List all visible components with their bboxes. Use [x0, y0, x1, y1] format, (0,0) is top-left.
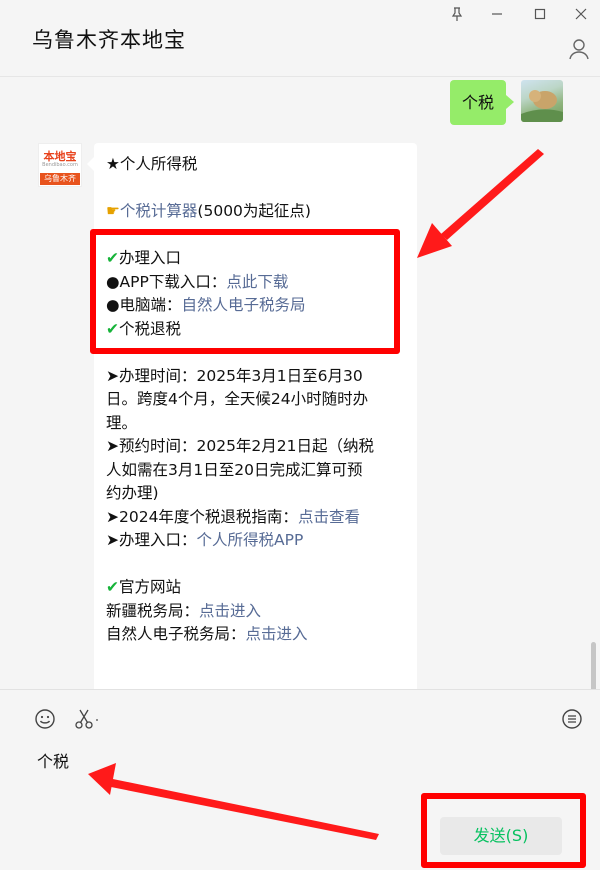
chat-area[interactable]: 个税 本地宝 Bendibao.com 乌鲁木齐 ★个人所得税 ☛个税计算器(5…	[0, 77, 600, 689]
bot-avatar-city: 乌鲁木齐	[40, 173, 80, 185]
bot-message-content: ★个人所得税 ☛个税计算器(5000为起征点) ✔办理入口 ●APP下载入口：点…	[106, 153, 406, 647]
calculator-line: ☛个税计算器(5000为起征点)	[106, 200, 406, 224]
handling-time-line: 日。跨度4个月，全天候24小时随时办	[106, 390, 369, 408]
bot-avatar[interactable]: 本地宝 Bendibao.com 乌鲁木齐	[38, 143, 82, 187]
pin-icon[interactable]	[447, 6, 467, 22]
message-input[interactable]: 个税	[37, 748, 69, 772]
emoji-icon[interactable]	[34, 708, 56, 730]
appointment-time-line: ➤预约时间：2025年2月21日起（纳税	[106, 437, 375, 455]
calculator-note: (5000为起征点)	[197, 202, 311, 220]
handling-entry-label: ➤办理入口：	[106, 531, 197, 549]
chat-scrollbar[interactable]	[591, 642, 596, 689]
maximize-icon[interactable]	[530, 6, 550, 22]
handling-time-line: ➤办理时间：2025年3月1日至6月30	[106, 366, 363, 385]
tax-calculator-link[interactable]: 个税计算器	[120, 202, 198, 220]
xinjiang-tax-line: 新疆税务局：点击进入	[106, 600, 406, 624]
section-official-sites-title-text: 官方网站	[119, 578, 182, 596]
title-bar: 乌鲁木齐本地宝	[0, 0, 600, 72]
personal-income-tax-app-link[interactable]: 个人所得税APP	[197, 531, 304, 549]
user-avatar[interactable]	[521, 80, 563, 122]
chat-title: 乌鲁木齐本地宝	[32, 28, 186, 52]
check-icon: ✔	[106, 578, 119, 596]
highlight-box-entry	[90, 229, 400, 354]
refund-guide-label: ➤2024年度个税退税指南：	[106, 507, 298, 526]
section-official-sites-title: ✔官方网站	[106, 576, 406, 600]
refund-guide-line: ➤2024年度个税退税指南：点击查看	[106, 506, 406, 530]
bot-avatar-domain: Bendibao.com	[42, 162, 78, 168]
message-heading: ★个人所得税	[106, 155, 198, 173]
user-message-text: 个税	[462, 93, 495, 112]
appointment-time-line: 约办理)	[106, 484, 159, 502]
pointing-hand-icon: ☛	[106, 202, 120, 220]
profile-icon[interactable]	[568, 38, 590, 60]
natural-person-tax-label: 自然人电子税务局：	[106, 625, 246, 643]
handling-entry-line: ➤办理入口：个人所得税APP	[106, 529, 406, 553]
appointment-time-line: 人如需在3月1日至20日完成汇算可预	[106, 460, 363, 479]
scissors-icon[interactable]	[74, 708, 100, 730]
highlight-box-send	[421, 793, 586, 868]
minimize-icon[interactable]	[487, 6, 507, 22]
user-avatar-image	[521, 90, 563, 122]
natural-person-tax-link[interactable]: 点击进入	[246, 625, 308, 643]
bot-message-bubble[interactable]: ★个人所得税 ☛个税计算器(5000为起征点) ✔办理入口 ●APP下载入口：点…	[87, 143, 417, 689]
chat-history-icon[interactable]	[561, 708, 583, 730]
handling-time-line: 理。	[106, 413, 138, 432]
refund-guide-link[interactable]: 点击查看	[298, 508, 360, 526]
user-message-bubble[interactable]: 个税	[450, 80, 515, 125]
natural-person-tax-line: 自然人电子税务局：点击进入	[106, 623, 406, 647]
xinjiang-tax-link[interactable]: 点击进入	[199, 602, 261, 620]
close-icon[interactable]	[571, 6, 591, 22]
xinjiang-tax-label: 新疆税务局：	[106, 601, 200, 620]
